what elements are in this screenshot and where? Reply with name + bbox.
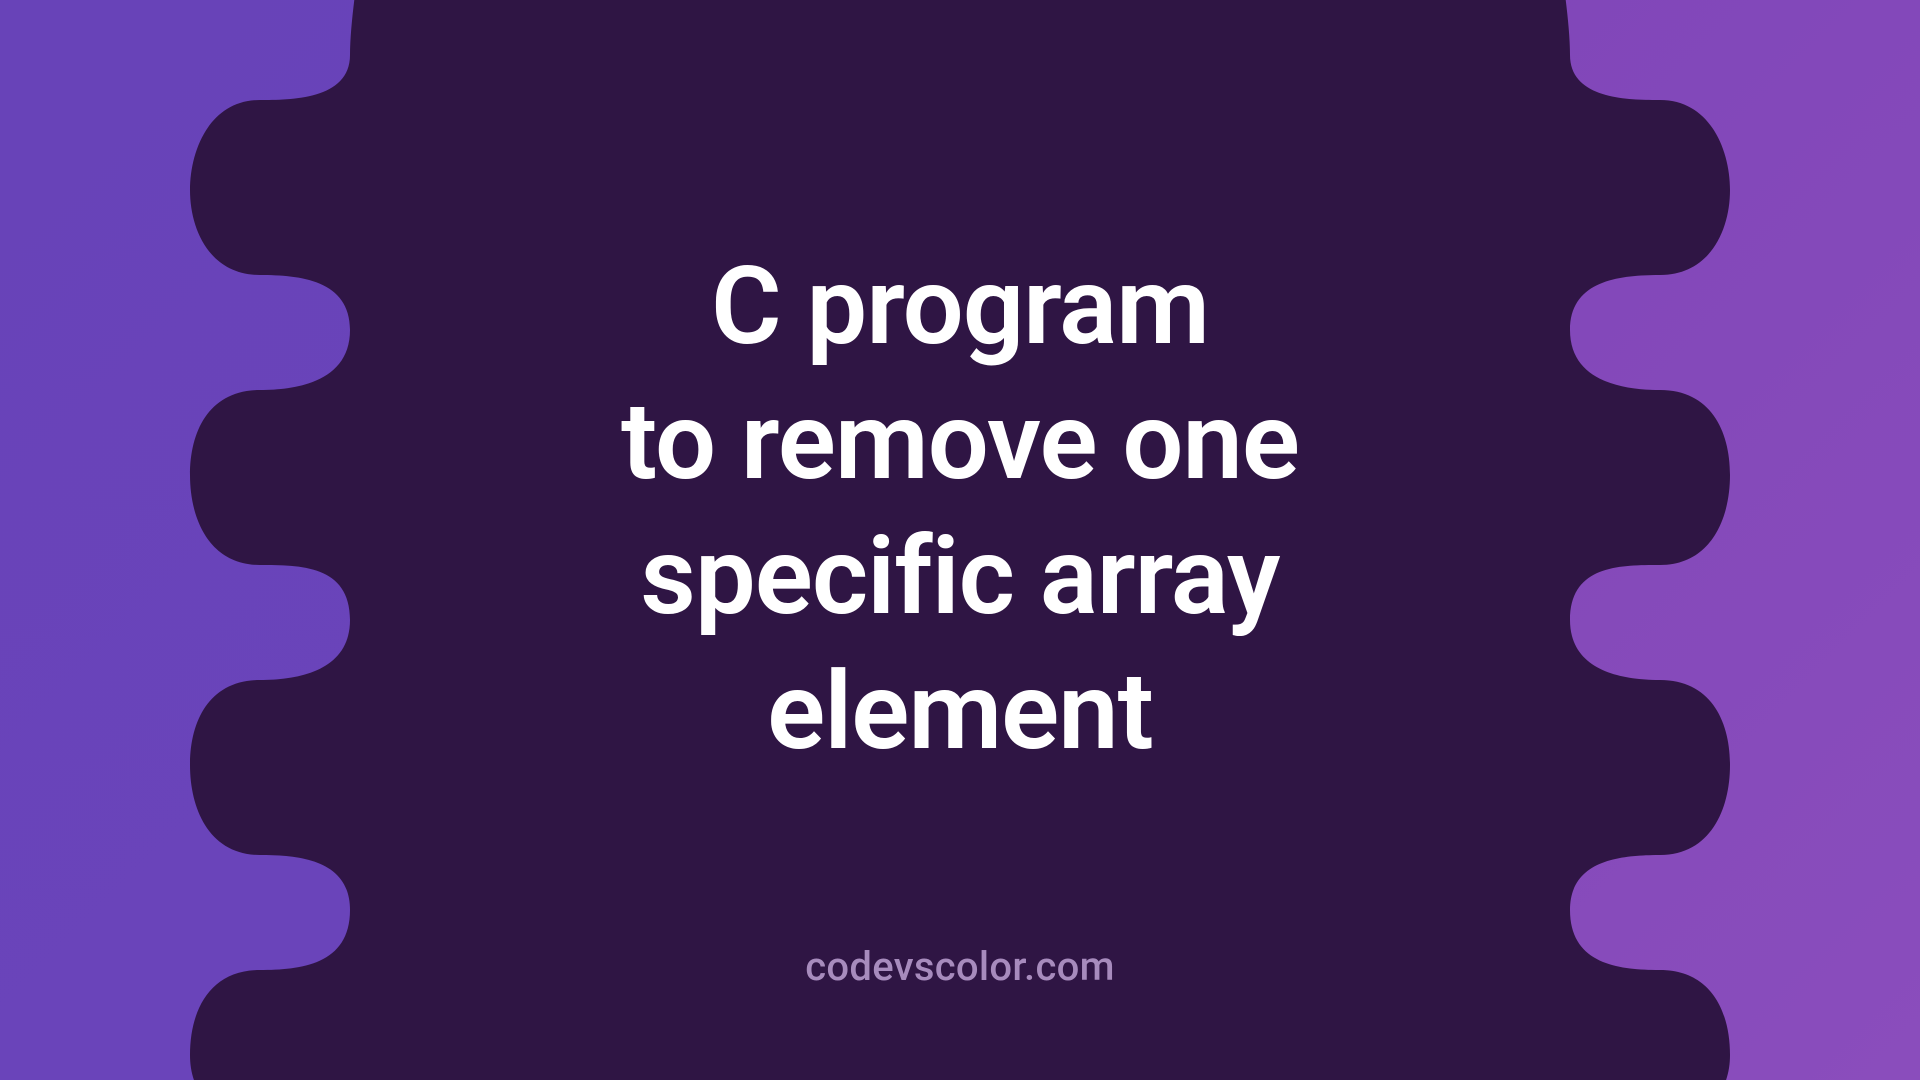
brand-label: codevscolor.com bbox=[805, 943, 1115, 990]
title-line-4: element bbox=[767, 649, 1153, 775]
title-line-3: specific array bbox=[640, 514, 1279, 640]
content-wrapper: C program to remove one specific array e… bbox=[0, 0, 1920, 1080]
main-title: C program to remove one specific array e… bbox=[621, 240, 1299, 780]
title-line-1: C program bbox=[711, 244, 1209, 370]
title-line-2: to remove one bbox=[621, 379, 1299, 505]
